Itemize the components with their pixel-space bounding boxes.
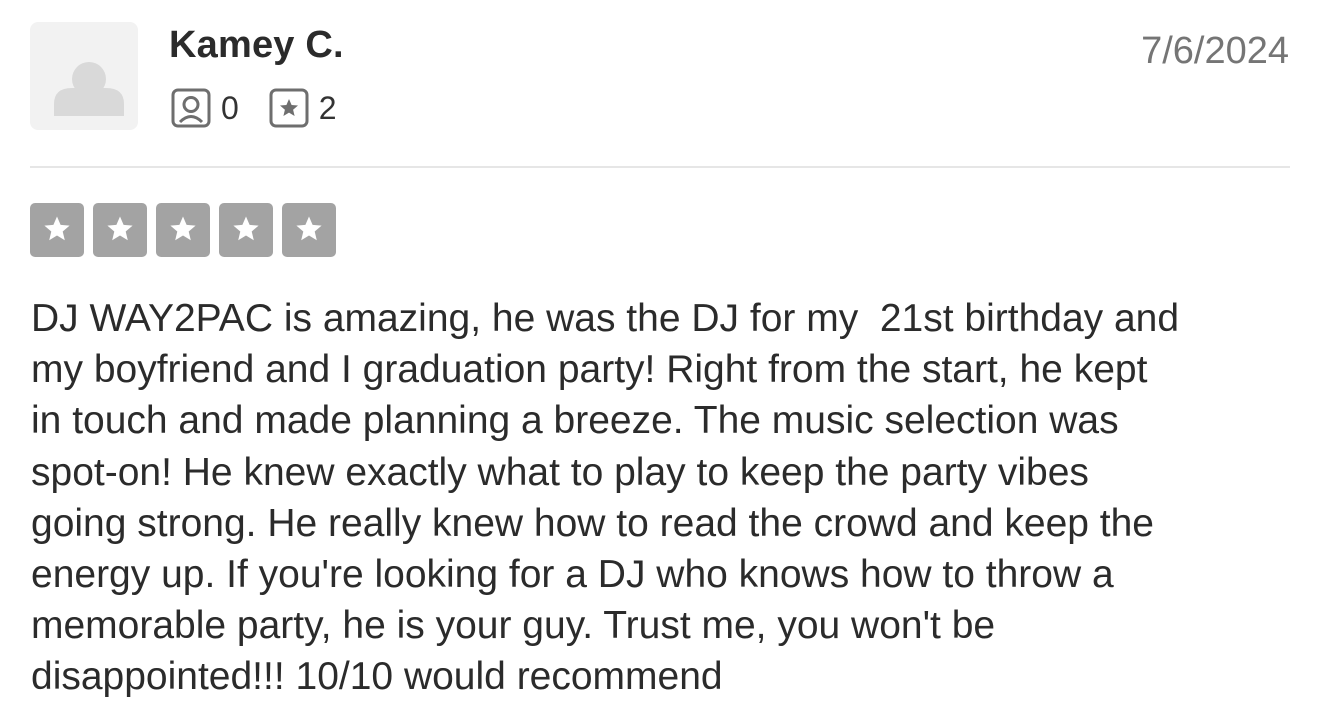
review-text-line: spot-on! He knew exactly what to play to…	[31, 450, 1089, 494]
friends-stat: 0	[171, 88, 239, 128]
review-text-line: in touch and made planning a breeze. The…	[31, 399, 1119, 443]
star-icon	[233, 216, 259, 241]
star-icon	[44, 216, 70, 241]
star-icon	[296, 216, 322, 241]
reviews-count: 2	[318, 89, 337, 126]
star-icon	[107, 216, 133, 241]
star-icon	[170, 216, 196, 241]
reviews-stat: 2	[269, 88, 337, 128]
review-text-line: energy up. If you're looking for a DJ wh…	[31, 553, 1114, 597]
rating-star	[30, 203, 84, 257]
star-square-icon	[269, 88, 309, 128]
divider	[30, 166, 1290, 168]
default-user-avatar-icon	[54, 62, 124, 116]
review-card: Kamey C. 0 2 7/6/2024 DJ WAY2PAC is amaz…	[0, 0, 1320, 719]
review-text-line: going strong. He really knew how to read…	[31, 501, 1155, 545]
rating-star	[282, 203, 336, 257]
review-text-line: my boyfriend and I graduation party! Rig…	[31, 348, 1148, 392]
review-date: 7/6/2024	[1141, 30, 1289, 72]
reviewer-avatar[interactable]	[30, 22, 138, 130]
review-text: DJ WAY2PAC is amazing, he was the DJ for…	[31, 293, 1291, 703]
rating-star	[219, 203, 273, 257]
rating-star	[93, 203, 147, 257]
review-text-line: DJ WAY2PAC is amazing, he was the DJ for…	[31, 297, 1180, 340]
star-rating	[30, 203, 345, 257]
user-square-icon	[171, 88, 211, 128]
review-text-line: disappointed!!! 10/10 would recommend	[31, 655, 723, 699]
rating-star	[156, 203, 210, 257]
reviewer-name[interactable]: Kamey C.	[169, 24, 344, 67]
review-text-line: memorable party, he is your guy. Trust m…	[31, 604, 996, 648]
reviewer-stats: 0 2	[171, 88, 367, 128]
friends-count: 0	[221, 89, 239, 126]
